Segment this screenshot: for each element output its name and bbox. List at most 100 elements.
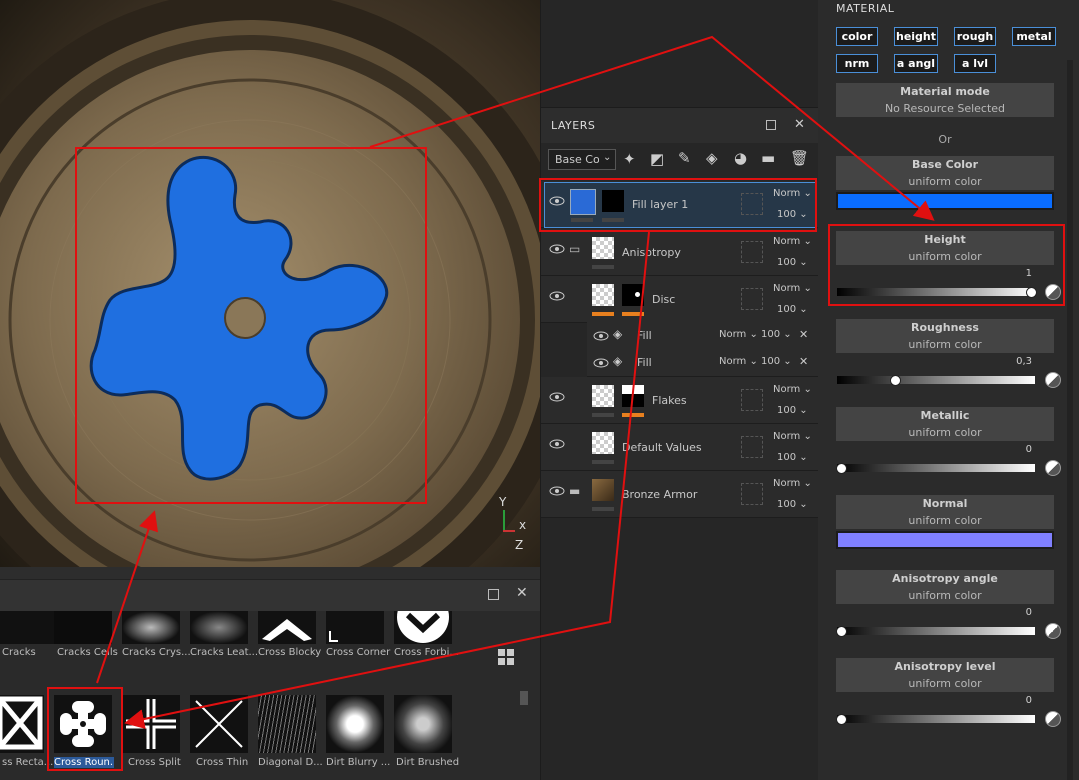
remove-icon[interactable]: ✕ xyxy=(799,355,808,368)
metallic-value[interactable]: 0 xyxy=(992,444,1032,455)
add-effect-icon[interactable]: ✦ xyxy=(623,150,636,168)
chip-nrm[interactable]: nrm xyxy=(836,54,878,73)
remove-icon[interactable]: ✕ xyxy=(799,328,808,341)
add-fill-icon[interactable]: ◈ xyxy=(706,149,718,167)
effect-slot[interactable] xyxy=(741,483,763,505)
eye-icon[interactable] xyxy=(549,244,565,254)
opacity-value[interactable]: 100 ⌄ xyxy=(761,356,792,367)
roughness-param[interactable]: Roughness uniform color xyxy=(836,319,1054,353)
effect-slot[interactable] xyxy=(741,288,763,310)
eye-icon[interactable] xyxy=(549,291,565,301)
thumb-cross-thin[interactable] xyxy=(190,695,248,753)
anisotropy-level-slider[interactable] xyxy=(837,715,1035,723)
opacity-value[interactable]: 100 ⌄ xyxy=(761,329,792,340)
thumb-dirt-brushed[interactable] xyxy=(394,695,452,753)
chip-rough[interactable]: rough xyxy=(954,27,996,46)
blend-mode[interactable]: Norm ⌄ xyxy=(773,431,812,442)
undock-icon[interactable] xyxy=(766,120,776,130)
blend-mode[interactable]: Norm ⌄ xyxy=(719,356,758,367)
thumb-diagonal[interactable] xyxy=(258,695,316,753)
roughness-value[interactable]: 0,3 xyxy=(992,356,1032,367)
anisotropy-level-knob[interactable] xyxy=(836,714,847,725)
opacity-value[interactable]: 100 ⌄ xyxy=(777,499,808,510)
blend-mode[interactable]: Norm ⌄ xyxy=(719,329,758,340)
picker-icon[interactable] xyxy=(1045,460,1061,476)
add-mask-icon[interactable]: ◩ xyxy=(650,150,664,168)
add-folder-icon[interactable]: ▬ xyxy=(761,149,775,167)
thumb-cross-corner[interactable] xyxy=(326,611,384,644)
eye-icon[interactable] xyxy=(549,392,565,402)
opacity-value[interactable]: 100 ⌄ xyxy=(777,405,808,416)
anisotropy-level-param[interactable]: Anisotropy level uniform color xyxy=(836,658,1054,692)
roughness-slider-knob[interactable] xyxy=(890,375,901,386)
layer-row-disc[interactable]: Disc Norm ⌄ 100 ⌄ xyxy=(541,276,819,323)
thumb-cross-recta[interactable] xyxy=(0,695,44,753)
layer-row-anisotropy[interactable]: ▭ Anisotropy Norm ⌄ 100 ⌄ xyxy=(541,229,819,276)
add-smart-material-icon[interactable]: ◕ xyxy=(734,149,747,167)
eye-icon[interactable] xyxy=(549,486,565,496)
roughness-slider[interactable] xyxy=(837,376,1035,384)
effect-slot[interactable] xyxy=(741,436,763,458)
anisotropy-level-value[interactable]: 0 xyxy=(992,695,1032,706)
opacity-value[interactable]: 100 ⌄ xyxy=(777,452,808,463)
anisotropy-angle-knob[interactable] xyxy=(836,626,847,637)
blend-mode[interactable]: Norm ⌄ xyxy=(773,384,812,395)
effect-row-fill[interactable]: ◈ Fill Norm ⌄ 100 ⌄ ✕ xyxy=(587,349,819,377)
picker-icon[interactable] xyxy=(1045,623,1061,639)
picker-icon[interactable] xyxy=(1045,711,1061,727)
thumb-cross-blocky[interactable] xyxy=(258,611,316,644)
undock-icon[interactable] xyxy=(488,589,499,600)
close-icon[interactable]: ✕ xyxy=(516,585,528,601)
delete-icon[interactable]: 🗑 xyxy=(790,149,809,167)
eye-icon[interactable] xyxy=(593,331,609,341)
chip-a-angl[interactable]: a angl xyxy=(894,54,938,73)
chip-height[interactable]: height xyxy=(894,27,938,46)
param-sub: uniform color xyxy=(908,514,982,527)
thumb-cross-split[interactable] xyxy=(122,695,180,753)
blend-mode[interactable]: Norm ⌄ xyxy=(773,236,812,247)
effect-slot[interactable] xyxy=(741,241,763,263)
metallic-param[interactable]: Metallic uniform color xyxy=(836,407,1054,441)
folder-icon[interactable]: ▬ xyxy=(569,484,580,498)
anisotropy-angle-value[interactable]: 0 xyxy=(992,607,1032,618)
normal-param[interactable]: Normal uniform color xyxy=(836,495,1054,529)
thumb-dirt-blurry[interactable] xyxy=(326,695,384,753)
thumb-cracks-leat[interactable] xyxy=(190,611,248,644)
metallic-slider-knob[interactable] xyxy=(836,463,847,474)
folder-open-icon[interactable]: ▭ xyxy=(569,242,580,256)
shelf-label: Cracks Crys... xyxy=(122,647,191,658)
base-color-param[interactable]: Base Color uniform color xyxy=(836,156,1054,190)
base-color-swatch[interactable] xyxy=(838,194,1052,208)
effect-slot[interactable] xyxy=(741,389,763,411)
layer-row-flakes[interactable]: Flakes Norm ⌄ 100 ⌄ xyxy=(541,377,819,424)
thumb-cracks[interactable] xyxy=(0,611,58,644)
shelf-scrollbar[interactable] xyxy=(520,691,528,705)
anisotropy-angle-slider[interactable] xyxy=(837,627,1035,635)
opacity-value[interactable]: 100 ⌄ xyxy=(777,304,808,315)
anisotropy-angle-param[interactable]: Anisotropy angle uniform color xyxy=(836,570,1054,604)
thumb-cross-forbi[interactable] xyxy=(394,611,452,644)
close-icon[interactable]: ✕ xyxy=(794,117,805,132)
effect-row-fill[interactable]: ◈ Fill Norm ⌄ 100 ⌄ ✕ xyxy=(587,322,819,350)
metallic-slider[interactable] xyxy=(837,464,1035,472)
opacity-value[interactable]: 100 ⌄ xyxy=(777,257,808,268)
blend-mode[interactable]: Norm ⌄ xyxy=(773,478,812,489)
grid-view-icon[interactable] xyxy=(498,649,514,665)
chip-color[interactable]: color xyxy=(836,27,878,46)
chip-metal[interactable]: metal xyxy=(1012,27,1056,46)
chip-a-lvl[interactable]: a lvl xyxy=(954,54,996,73)
picker-icon[interactable] xyxy=(1045,372,1061,388)
thumb-cracks-cells[interactable] xyxy=(54,611,112,644)
layer-row-bronze-armor[interactable]: ▬ Bronze Armor Norm ⌄ 100 ⌄ xyxy=(541,471,819,518)
material-mode-box[interactable]: Material mode No Resource Selected xyxy=(836,83,1054,117)
thumb-cracks-crys[interactable] xyxy=(122,611,180,644)
layer-row-default-values[interactable]: Default Values Norm ⌄ 100 ⌄ xyxy=(541,424,819,471)
normal-color-swatch[interactable] xyxy=(838,533,1052,547)
material-scrollbar[interactable] xyxy=(1067,60,1073,780)
annotation-box-viewport xyxy=(75,147,427,504)
add-paint-icon[interactable]: ✎ xyxy=(678,149,691,167)
eye-icon[interactable] xyxy=(593,358,609,368)
eye-icon[interactable] xyxy=(549,439,565,449)
channel-select[interactable]: Base Co ⌄ xyxy=(548,149,616,170)
blend-mode[interactable]: Norm ⌄ xyxy=(773,283,812,294)
